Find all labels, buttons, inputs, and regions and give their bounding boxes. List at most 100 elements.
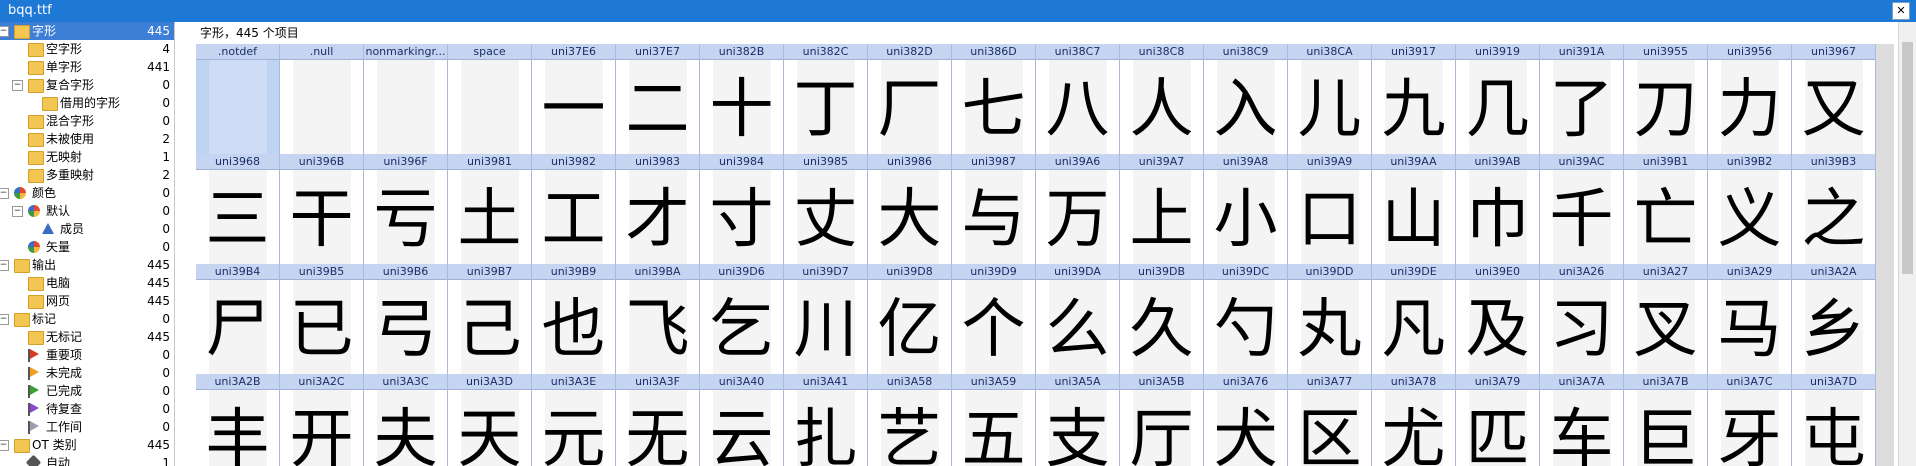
glyph-cell[interactable]: uni37E7 二	[616, 44, 700, 155]
tree-item[interactable]: 自动 1	[0, 454, 174, 466]
glyph-cell[interactable]: uni38C9 入	[1204, 44, 1288, 155]
glyph-cell[interactable]: uni39AB 巾	[1456, 154, 1540, 265]
tree-item[interactable]: 空字形 4	[0, 40, 174, 58]
glyph-cell[interactable]: uni3A3E 元	[532, 374, 616, 466]
tree-item[interactable]: 混合字形 0	[0, 112, 174, 130]
glyph-cell[interactable]: uni3A5A 支	[1036, 374, 1120, 466]
glyph-cell[interactable]: uni39B1 亡	[1624, 154, 1708, 265]
glyph-cell[interactable]: uni39A6 万	[1036, 154, 1120, 265]
tree-item[interactable]: 网页 445	[0, 292, 174, 310]
tree-item[interactable]: − 字形 445	[0, 22, 174, 40]
scrollbar-thumb[interactable]	[1902, 42, 1913, 274]
glyph-cell[interactable]: uni3A3D 天	[448, 374, 532, 466]
tree-item[interactable]: 已完成 0	[0, 382, 174, 400]
glyph-cell[interactable]: uni382D 厂	[868, 44, 952, 155]
collapse-toggle-icon[interactable]: −	[0, 314, 9, 325]
glyph-cell[interactable]: .null	[280, 44, 364, 155]
glyph-cell[interactable]: uni3955 刀	[1624, 44, 1708, 155]
glyph-cell[interactable]: uni382B 十	[700, 44, 784, 155]
glyph-cell[interactable]: uni3982 工	[532, 154, 616, 265]
collapse-toggle-icon[interactable]: −	[0, 26, 9, 37]
glyph-cell[interactable]: uni39DC 勺	[1204, 264, 1288, 375]
glyph-cell[interactable]: uni39A8 小	[1204, 154, 1288, 265]
vertical-scrollbar[interactable]	[1898, 22, 1916, 466]
glyph-cell[interactable]: uni3984 寸	[700, 154, 784, 265]
tree-item[interactable]: − 颜色 0	[0, 184, 174, 202]
collapse-toggle-icon[interactable]: −	[12, 206, 23, 217]
glyph-cell[interactable]: uni3A27 叉	[1624, 264, 1708, 375]
glyph-cell[interactable]: uni3A59 五	[952, 374, 1036, 466]
glyph-cell[interactable]: uni3A2B 丰	[196, 374, 280, 466]
collapse-toggle-icon[interactable]: −	[0, 188, 9, 199]
glyph-cell[interactable]: uni391A 了	[1540, 44, 1624, 155]
tree-item[interactable]: 未被使用 2	[0, 130, 174, 148]
glyph-cell[interactable]: uni3A3C 夫	[364, 374, 448, 466]
glyph-cell[interactable]: uni3967 又	[1792, 44, 1876, 155]
tree-item[interactable]: − OT 类别 445	[0, 436, 174, 454]
glyph-cell[interactable]: uni3917 九	[1372, 44, 1456, 155]
glyph-cell[interactable]: uni39B7 己	[448, 264, 532, 375]
tree-item[interactable]: − 标记 0	[0, 310, 174, 328]
glyph-cell[interactable]: uni3A76 犬	[1204, 374, 1288, 466]
glyph-cell[interactable]: uni3A5B 厅	[1120, 374, 1204, 466]
glyph-cell[interactable]: uni39DE 凡	[1372, 264, 1456, 375]
glyph-cell[interactable]: uni3956 力	[1708, 44, 1792, 155]
glyph-cell[interactable]: uni39E0 及	[1456, 264, 1540, 375]
tree-item[interactable]: 成员 0	[0, 220, 174, 238]
glyph-cell[interactable]: uni3A79 匹	[1456, 374, 1540, 466]
glyph-cell[interactable]: uni38CA 儿	[1288, 44, 1372, 155]
glyph-cell[interactable]: uni3A7C 牙	[1708, 374, 1792, 466]
category-tree[interactable]: − 字形 445 空字形 4 单字形 441 − 复合字形 0 借用的字形 0 混合字形 0 未被使用 2 无映…	[0, 22, 175, 466]
glyph-cell[interactable]: uni39DD 丸	[1288, 264, 1372, 375]
glyph-cell[interactable]: uni39B4 尸	[196, 264, 280, 375]
glyph-cell[interactable]: uni39B2 义	[1708, 154, 1792, 265]
glyph-cell[interactable]: space	[448, 44, 532, 155]
glyph-cell[interactable]: uni396B 干	[280, 154, 364, 265]
glyph-cell[interactable]: uni39A7 上	[1120, 154, 1204, 265]
glyph-cell[interactable]: uni3A2C 开	[280, 374, 364, 466]
glyph-cell[interactable]: uni39BA 飞	[616, 264, 700, 375]
glyph-cell[interactable]: uni3A7D 屯	[1792, 374, 1876, 466]
glyph-cell[interactable]: uni39DA 么	[1036, 264, 1120, 375]
glyph-cell[interactable]: uni39D9 个	[952, 264, 1036, 375]
glyph-cell[interactable]: uni396F 亏	[364, 154, 448, 265]
glyph-cell[interactable]: uni382C 丁	[784, 44, 868, 155]
glyph-cell[interactable]: uni3A58 艺	[868, 374, 952, 466]
glyph-cell[interactable]: nonmarkingr...	[364, 44, 448, 155]
glyph-cell[interactable]: uni3987 与	[952, 154, 1036, 265]
tree-item[interactable]: 电脑 445	[0, 274, 174, 292]
glyph-cell[interactable]: uni3A2A 乡	[1792, 264, 1876, 375]
glyph-cell[interactable]: uni39A9 口	[1288, 154, 1372, 265]
glyph-cell[interactable]: uni39B3 之	[1792, 154, 1876, 265]
collapse-toggle-icon[interactable]: −	[0, 440, 9, 451]
glyph-cell[interactable]: uni39D7 川	[784, 264, 868, 375]
glyph-cell[interactable]: uni3A41 扎	[784, 374, 868, 466]
close-icon[interactable]: ✕	[1896, 4, 1905, 17]
tree-item[interactable]: 矢量 0	[0, 238, 174, 256]
collapse-toggle-icon[interactable]: −	[0, 260, 9, 271]
tree-item[interactable]: − 输出 445	[0, 256, 174, 274]
glyph-cell[interactable]: uni3983 才	[616, 154, 700, 265]
glyph-cell[interactable]: uni3968 三	[196, 154, 280, 265]
glyph-cell[interactable]: uni38C8 人	[1120, 44, 1204, 155]
glyph-cell[interactable]: uni3A77 区	[1288, 374, 1372, 466]
tree-item[interactable]: 多重映射 2	[0, 166, 174, 184]
glyph-cell[interactable]: uni386D 七	[952, 44, 1036, 155]
glyph-cell[interactable]: uni39B5 已	[280, 264, 364, 375]
tree-item[interactable]: 重要项 0	[0, 346, 174, 364]
glyph-cell[interactable]: uni3919 几	[1456, 44, 1540, 155]
glyph-cell[interactable]: uni39D8 亿	[868, 264, 952, 375]
glyph-cell[interactable]: uni3A29 马	[1708, 264, 1792, 375]
glyph-cell[interactable]: uni39AA 山	[1372, 154, 1456, 265]
glyph-grid[interactable]: .notdef .null nonmarkingr... space uni37E6 一 u…	[196, 44, 1894, 466]
glyph-cell[interactable]: uni39D6 乞	[700, 264, 784, 375]
glyph-cell[interactable]: uni3985 丈	[784, 154, 868, 265]
tree-item[interactable]: − 复合字形 0	[0, 76, 174, 94]
tree-item[interactable]: 工作间 0	[0, 418, 174, 436]
tree-item[interactable]: 单字形 441	[0, 58, 174, 76]
glyph-cell[interactable]: uni3A26 习	[1540, 264, 1624, 375]
collapse-toggle-icon[interactable]: −	[12, 80, 23, 91]
tree-item[interactable]: 无标记 445	[0, 328, 174, 346]
glyph-cell[interactable]: uni39AC 千	[1540, 154, 1624, 265]
tree-item[interactable]: 未完成 0	[0, 364, 174, 382]
